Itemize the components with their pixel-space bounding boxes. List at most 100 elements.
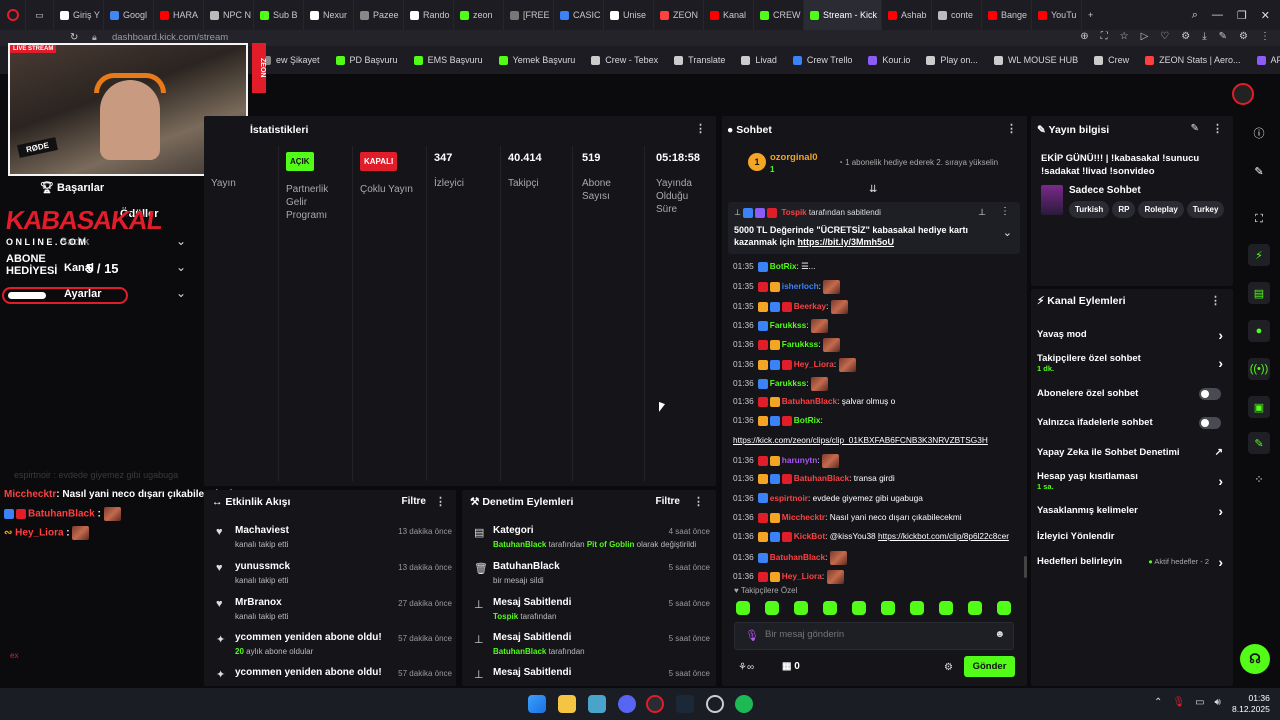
settings-icon[interactable]: ⚙ bbox=[1239, 31, 1248, 42]
apps-icon[interactable]: ⁘ bbox=[1248, 468, 1270, 490]
tag-chip[interactable]: Turkey bbox=[1186, 201, 1225, 218]
browser-tab[interactable]: Stream - Kick bbox=[804, 0, 882, 30]
browser-menu-icon[interactable] bbox=[0, 0, 26, 30]
broadcast-icon[interactable]: ((•)) bbox=[1248, 358, 1270, 380]
bookmark-item[interactable]: Yemek Başvuru bbox=[498, 55, 575, 65]
list-item[interactable]: ♥ MrBranox kanalı takip etti 27 dakika önce bbox=[216, 597, 452, 631]
filter-button[interactable]: Filtre bbox=[402, 496, 426, 507]
action-account-age[interactable]: Hesap yaşı kısıtlaması 1 sa. › bbox=[1037, 471, 1227, 491]
chat-username[interactable]: Micchecktr bbox=[782, 512, 825, 522]
menu-icon[interactable]: ⋮ bbox=[1260, 31, 1270, 42]
support-icon[interactable]: ☊ bbox=[1240, 644, 1270, 674]
list-item[interactable]: ⊥ Mesaj Sabitlendi 5 saat önce bbox=[474, 667, 710, 685]
moderation-icon[interactable]: ▣ bbox=[1248, 396, 1270, 418]
browser-tab[interactable]: Sub B bbox=[254, 0, 304, 30]
bookmark-item[interactable]: EMS Başvuru bbox=[413, 55, 483, 65]
chat-input-box[interactable]: 🎙︎ ☻ bbox=[734, 622, 1014, 650]
subscribers-only-toggle[interactable] bbox=[1199, 388, 1221, 400]
chat-message[interactable]: 01:36 KickBot: @kissYou38 https://kickbot… bbox=[733, 531, 1009, 542]
chat-username[interactable]: Beerkay bbox=[794, 301, 826, 311]
chat-scrollbar[interactable] bbox=[1024, 556, 1027, 578]
pin-icon[interactable]: ✎ bbox=[1219, 31, 1227, 42]
play-icon[interactable]: ▷ bbox=[1141, 31, 1149, 42]
bookmark-item[interactable]: Livad bbox=[741, 55, 777, 65]
tag-chip[interactable]: Turkish bbox=[1069, 201, 1110, 218]
browser-tab[interactable]: Googl bbox=[104, 0, 154, 30]
chat-username[interactable]: Hey_Liora bbox=[794, 359, 834, 369]
kebab-menu-icon[interactable]: ⋮ bbox=[693, 495, 704, 508]
browser-tab[interactable]: NPC N bbox=[204, 0, 254, 30]
mic-icon[interactable]: 🎙︎ bbox=[1172, 697, 1185, 708]
chat-message[interactable]: 01:36 Hey_Liora: bbox=[733, 569, 844, 584]
unpin-icon[interactable]: ⊥ bbox=[978, 207, 986, 218]
minimize-icon[interactable]: — bbox=[1212, 9, 1223, 22]
browser-tab[interactable]: YouTu bbox=[1032, 0, 1082, 30]
filter-button[interactable]: Filtre bbox=[656, 496, 680, 507]
chat-message[interactable]: 01:36 Farukkss: bbox=[733, 376, 828, 391]
chevron-down-icon[interactable]: ⌄ bbox=[176, 286, 186, 300]
list-item[interactable]: ♥ yunussmck kanalı takip etti 13 dakika önc… bbox=[216, 561, 452, 595]
browser-tab[interactable]: CREW bbox=[754, 0, 804, 30]
list-item[interactable]: 🗑︎ BatuhanBlack bir mesajı sildi 5 saat önc… bbox=[474, 561, 710, 595]
app-icon[interactable] bbox=[588, 695, 606, 713]
action-slow-mode[interactable]: Yavaş mod › bbox=[1037, 327, 1227, 343]
sidebar-item-achievements[interactable]: 🏆︎ Başarılar bbox=[40, 181, 104, 194]
pinned-link[interactable]: https://bit.ly/3Mmh5oU bbox=[798, 237, 895, 247]
chat-username[interactable]: Hey_Liora bbox=[782, 571, 822, 581]
browser-tab[interactable]: Nexur bbox=[304, 0, 354, 30]
emote-shortcut-icon[interactable] bbox=[794, 601, 808, 615]
kebab-menu-icon[interactable]: ⋮ bbox=[1006, 122, 1017, 135]
bookmark-item[interactable]: ew Şikayet bbox=[262, 55, 320, 65]
chat-settings-icon[interactable]: ⚙ bbox=[944, 662, 953, 673]
emote-shortcut-icon[interactable] bbox=[939, 601, 953, 615]
browser-tab[interactable]: HARA bbox=[154, 0, 204, 30]
chat-username[interactable]: Farukkss bbox=[770, 378, 806, 388]
search-tabs-icon[interactable]: ⌕ bbox=[1192, 9, 1198, 22]
download-icon[interactable]: ⤓ bbox=[1202, 31, 1206, 42]
url-field[interactable]: dashboard.kick.com/stream bbox=[112, 32, 228, 43]
browser-tab[interactable]: ZEON bbox=[654, 0, 704, 30]
chevron-down-icon[interactable]: ⌄ bbox=[1003, 226, 1012, 239]
tag-chip[interactable]: Roleplay bbox=[1138, 201, 1184, 218]
bookmark-item[interactable]: Play on... bbox=[926, 55, 978, 65]
start-icon[interactable] bbox=[528, 695, 546, 713]
bookmark-item[interactable]: Crew Trello bbox=[792, 55, 852, 65]
chat-message[interactable]: 01:36 Farukkss: bbox=[733, 318, 828, 333]
emote-only-toggle[interactable] bbox=[1199, 417, 1221, 429]
action-subscribers-only[interactable]: Abonelere özel sohbet bbox=[1037, 388, 1227, 400]
chat-username[interactable]: BatuhanBlack bbox=[770, 552, 825, 562]
new-tab-icon[interactable]: + bbox=[1082, 0, 1099, 30]
chat-message[interactable]: 01:36 harunytn: bbox=[733, 454, 839, 468]
chat-username[interactable]: Farukkss bbox=[770, 320, 806, 330]
browser-tab[interactable]: Pazee bbox=[354, 0, 404, 30]
kebab-menu-icon[interactable]: ⋮ bbox=[1000, 206, 1010, 217]
zoom-icon[interactable]: ⊕ bbox=[1080, 31, 1088, 42]
browser-tab[interactable]: Bange bbox=[982, 0, 1032, 30]
chat-link[interactable]: https://kickbot.com/clip/8p6l22c8cer bbox=[878, 531, 1009, 541]
gift-leader-name[interactable]: ozorginal0 bbox=[770, 152, 818, 163]
emote-shortcut-icon[interactable] bbox=[997, 601, 1011, 615]
chat-bubble-icon[interactable]: ● bbox=[1248, 320, 1270, 342]
scroll-down-icon[interactable]: ⇊ bbox=[869, 184, 877, 195]
chat-username[interactable]: KickBot bbox=[794, 531, 825, 541]
mic-icon[interactable]: 🎙︎ bbox=[745, 629, 759, 642]
avatar[interactable] bbox=[1232, 83, 1254, 105]
discord-icon[interactable] bbox=[618, 695, 636, 713]
chat-username[interactable]: harunytn bbox=[782, 455, 818, 465]
clock[interactable]: 01:36 8.12.2025 bbox=[1232, 693, 1270, 715]
chat-username[interactable]: BatuhanBlack bbox=[782, 396, 837, 406]
browser-tab[interactable]: conte bbox=[932, 0, 982, 30]
emote-shortcut-icon[interactable] bbox=[736, 601, 750, 615]
chat-username[interactable]: isherloch bbox=[782, 281, 819, 291]
community-icon[interactable]: ⚘∞ bbox=[738, 662, 754, 673]
chat-message[interactable]: 01:36 BotRix: bbox=[733, 415, 823, 427]
chat-message[interactable]: 01:36 Hey_Liora: bbox=[733, 357, 856, 372]
chat-username[interactable]: BotRix bbox=[794, 415, 821, 425]
bookmark-item[interactable]: Crew bbox=[1094, 55, 1129, 65]
steam-icon[interactable] bbox=[676, 695, 694, 713]
app-icon[interactable] bbox=[706, 695, 724, 713]
list-item[interactable]: ✦ ycommen yeniden abone oldu! 57 dakika ön… bbox=[216, 667, 452, 685]
reload-icon[interactable]: ↻ bbox=[70, 32, 78, 43]
list-item[interactable]: ▤ Kategori BatuhanBlack tarafından Pit of … bbox=[474, 525, 710, 559]
send-button[interactable]: Gönder bbox=[964, 656, 1015, 677]
